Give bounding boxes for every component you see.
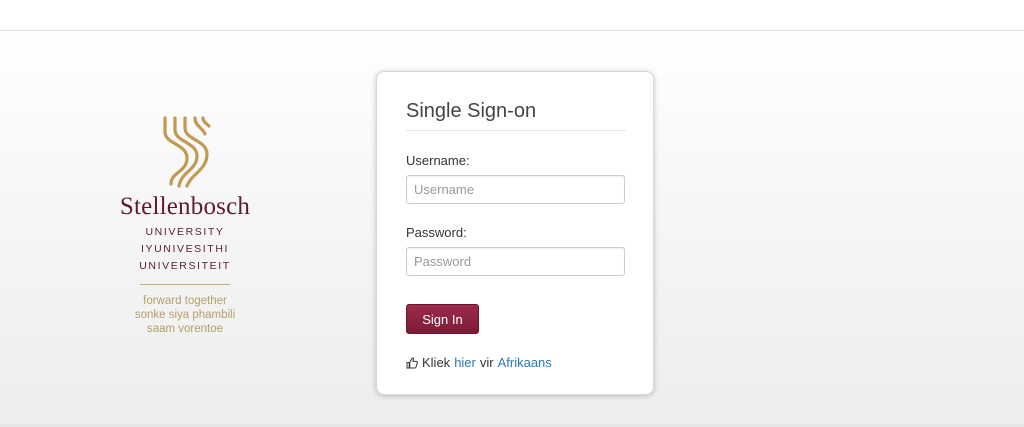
university-name: Stellenbosch — [119, 193, 251, 220]
password-label: Password: — [406, 225, 467, 240]
language-middle: vir — [479, 355, 494, 370]
logo-divider — [140, 284, 230, 285]
motto-line-2: sonke siya phambili — [134, 309, 236, 321]
top-bar — [0, 0, 1024, 31]
stellenbosch-emblem-icon — [163, 116, 211, 188]
university-logo: Stellenbosch UNIVERSITY IYUNIVESITHI UNI… — [100, 114, 270, 336]
motto-line-3: saam vorentoe — [146, 323, 224, 335]
university-line-3: UNIVERSITEIT — [139, 260, 231, 272]
page: Stellenbosch UNIVERSITY IYUNIVESITHI UNI… — [0, 0, 1024, 427]
password-input[interactable] — [406, 247, 625, 276]
hier-link[interactable]: hier — [454, 355, 476, 370]
language-switch: Kliek hier vir Afrikaans — [406, 355, 552, 370]
login-title: Single Sign-on — [406, 100, 537, 122]
afrikaans-link[interactable]: Afrikaans — [498, 355, 552, 370]
username-input[interactable] — [406, 175, 625, 204]
language-prefix: Kliek — [422, 355, 451, 370]
thumbs-up-icon — [406, 356, 418, 368]
motto-line-1: forward together — [143, 295, 227, 307]
university-line-1: UNIVERSITY — [145, 226, 225, 238]
username-label: Username: — [406, 153, 470, 168]
main-area: Stellenbosch UNIVERSITY IYUNIVESITHI UNI… — [0, 31, 1024, 427]
login-card: Single Sign-on Username: Password: Sign … — [376, 71, 654, 395]
university-line-2: IYUNIVESITHI — [140, 243, 230, 255]
sign-in-button[interactable]: Sign In — [406, 304, 479, 334]
title-divider — [406, 130, 626, 131]
